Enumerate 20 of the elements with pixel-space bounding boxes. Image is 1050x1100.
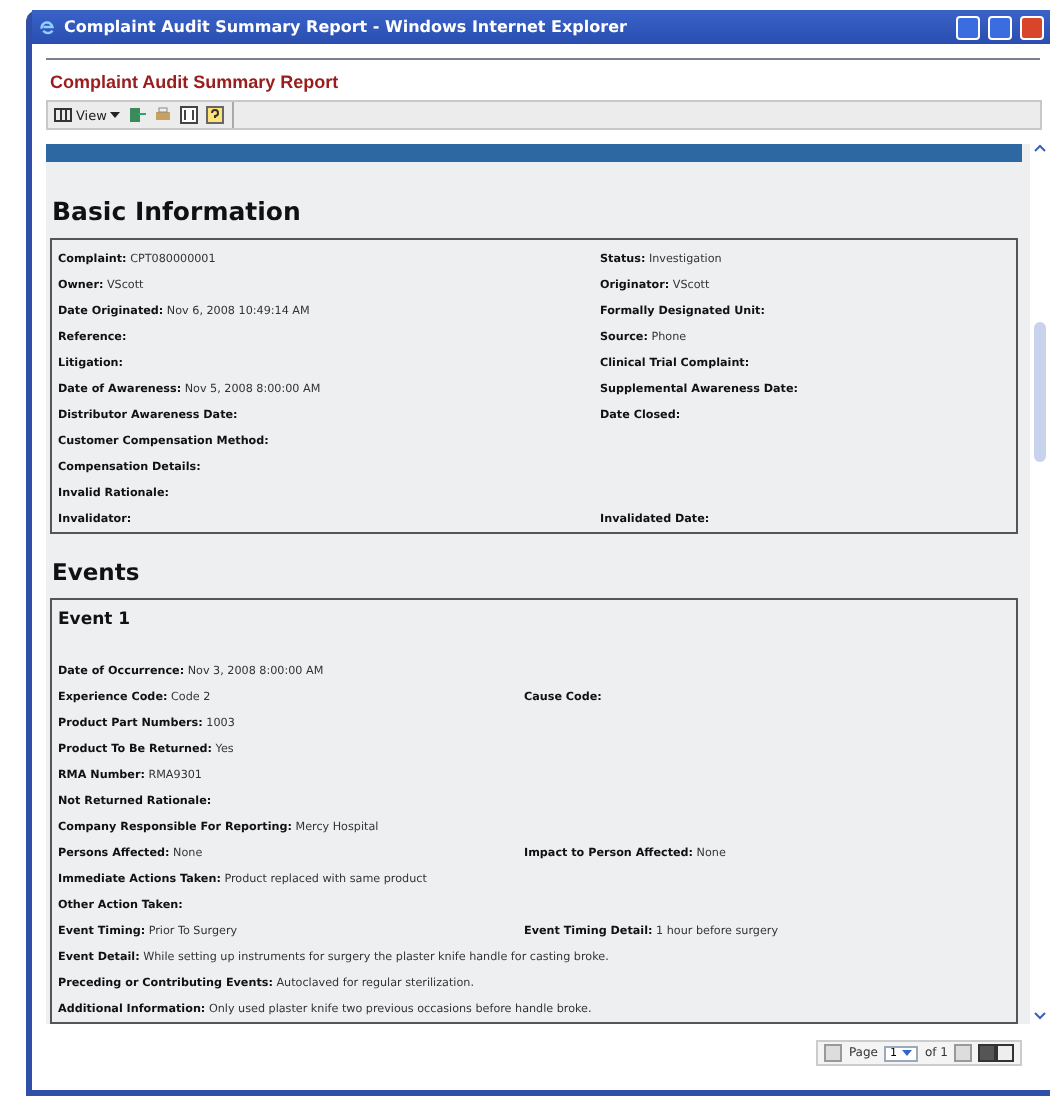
export-icon[interactable] (128, 106, 147, 124)
close-button[interactable] (1020, 15, 1044, 39)
caret-icon (110, 112, 121, 118)
columns-icon (54, 108, 72, 122)
page-setup-icon[interactable] (180, 106, 199, 124)
maximize-button[interactable] (988, 15, 1012, 39)
section-heading: Events (50, 556, 142, 590)
event-title: Event 1 (58, 608, 133, 634)
window-title: Complaint Audit Summary Report - Windows Internet Explorer (64, 18, 629, 36)
help-icon[interactable] (206, 106, 225, 124)
caret-icon (902, 1050, 913, 1056)
scroll-down-icon[interactable] (1034, 1012, 1046, 1020)
minimize-button[interactable] (956, 15, 980, 39)
report-title: Complaint Audit Summary Report (48, 70, 341, 96)
scroll-up-icon[interactable] (1034, 144, 1046, 152)
previous-page-button[interactable] (824, 1044, 843, 1062)
layout-toggle-icon[interactable] (978, 1044, 1014, 1062)
section-heading: Basic Information (50, 194, 303, 230)
scrollbar[interactable] (1030, 144, 1050, 1024)
browser-logo-icon (38, 18, 56, 36)
